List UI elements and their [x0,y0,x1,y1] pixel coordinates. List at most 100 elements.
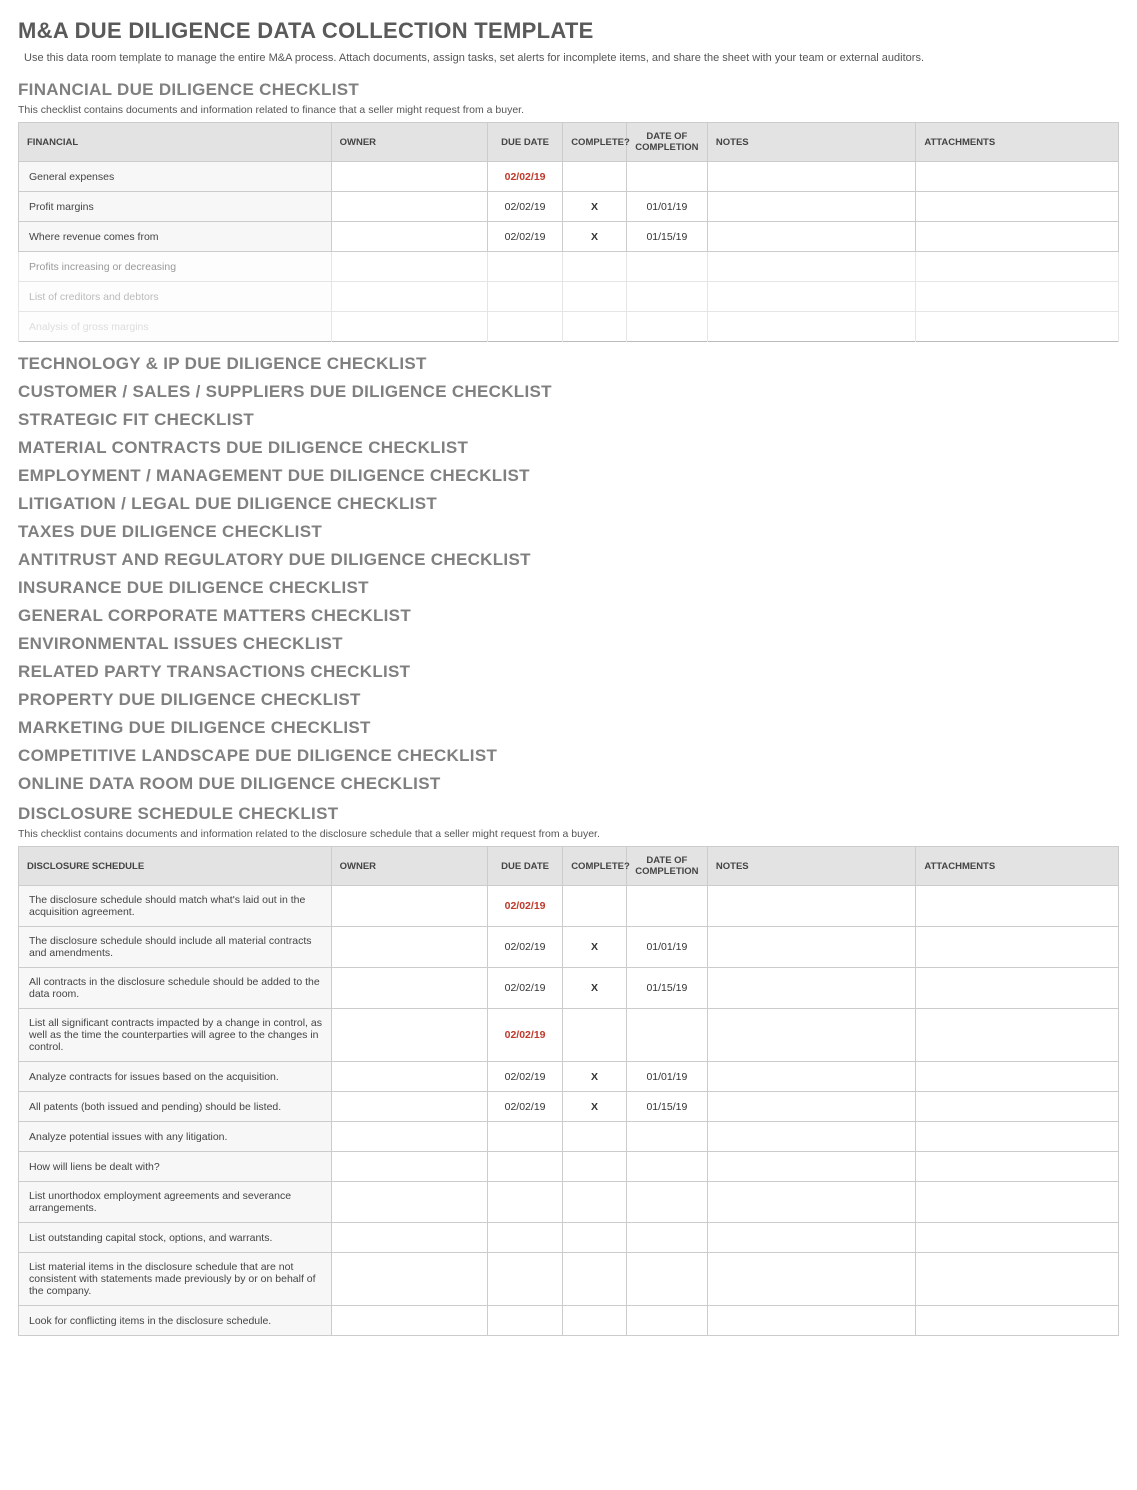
due-date-cell[interactable] [487,1152,562,1182]
owner-cell[interactable] [331,1306,487,1336]
owner-cell[interactable] [331,1092,487,1122]
date-completion-cell[interactable] [626,1223,707,1253]
item-cell[interactable]: List material items in the disclosure sc… [19,1253,332,1306]
complete-cell[interactable] [563,1152,627,1182]
date-completion-cell[interactable] [626,1122,707,1152]
attachments-cell[interactable] [916,1122,1119,1152]
complete-cell[interactable]: X [563,222,627,252]
complete-cell[interactable] [563,1253,627,1306]
attachments-cell[interactable] [916,1062,1119,1092]
attachments-cell[interactable] [916,1182,1119,1223]
owner-cell[interactable] [331,312,487,342]
attachments-cell[interactable] [916,886,1119,927]
attachments-cell[interactable] [916,1092,1119,1122]
complete-cell[interactable] [563,1306,627,1336]
due-date-cell[interactable]: 02/02/19 [487,1092,562,1122]
date-completion-cell[interactable] [626,1306,707,1336]
item-cell[interactable]: The disclosure schedule should include a… [19,927,332,968]
due-date-cell[interactable] [487,252,562,282]
notes-cell[interactable] [707,1092,915,1122]
owner-cell[interactable] [331,282,487,312]
due-date-cell[interactable] [487,1122,562,1152]
owner-cell[interactable] [331,886,487,927]
notes-cell[interactable] [707,252,915,282]
owner-cell[interactable] [331,1122,487,1152]
owner-cell[interactable] [331,1253,487,1306]
item-cell[interactable]: Analysis of gross margins [19,312,332,342]
item-cell[interactable]: All contracts in the disclosure schedule… [19,968,332,1009]
notes-cell[interactable] [707,927,915,968]
notes-cell[interactable] [707,192,915,222]
attachments-cell[interactable] [916,1152,1119,1182]
notes-cell[interactable] [707,1223,915,1253]
due-date-cell[interactable]: 02/02/19 [487,222,562,252]
complete-cell[interactable]: X [563,1092,627,1122]
due-date-cell[interactable] [487,1182,562,1223]
complete-cell[interactable] [563,1122,627,1152]
item-cell[interactable]: Analyze contracts for issues based on th… [19,1062,332,1092]
item-cell[interactable]: General expenses [19,162,332,192]
date-completion-cell[interactable] [626,282,707,312]
item-cell[interactable]: How will liens be dealt with? [19,1152,332,1182]
complete-cell[interactable]: X [563,1062,627,1092]
item-cell[interactable]: List of creditors and debtors [19,282,332,312]
date-completion-cell[interactable] [626,1253,707,1306]
due-date-cell[interactable]: 02/02/19 [487,886,562,927]
notes-cell[interactable] [707,1253,915,1306]
complete-cell[interactable]: X [563,192,627,222]
complete-cell[interactable] [563,1182,627,1223]
notes-cell[interactable] [707,968,915,1009]
complete-cell[interactable] [563,886,627,927]
date-completion-cell[interactable] [626,1009,707,1062]
attachments-cell[interactable] [916,1223,1119,1253]
date-completion-cell[interactable]: 01/15/19 [626,1092,707,1122]
date-completion-cell[interactable] [626,312,707,342]
due-date-cell[interactable]: 02/02/19 [487,192,562,222]
due-date-cell[interactable] [487,1223,562,1253]
attachments-cell[interactable] [916,927,1119,968]
complete-cell[interactable] [563,312,627,342]
due-date-cell[interactable]: 02/02/19 [487,968,562,1009]
due-date-cell[interactable] [487,282,562,312]
complete-cell[interactable]: X [563,968,627,1009]
notes-cell[interactable] [707,282,915,312]
date-completion-cell[interactable] [626,886,707,927]
due-date-cell[interactable]: 02/02/19 [487,1062,562,1092]
owner-cell[interactable] [331,1062,487,1092]
item-cell[interactable]: The disclosure schedule should match wha… [19,886,332,927]
owner-cell[interactable] [331,192,487,222]
owner-cell[interactable] [331,252,487,282]
date-completion-cell[interactable]: 01/15/19 [626,968,707,1009]
notes-cell[interactable] [707,1122,915,1152]
due-date-cell[interactable] [487,1253,562,1306]
owner-cell[interactable] [331,1182,487,1223]
attachments-cell[interactable] [916,282,1119,312]
date-completion-cell[interactable] [626,252,707,282]
due-date-cell[interactable] [487,312,562,342]
attachments-cell[interactable] [916,252,1119,282]
owner-cell[interactable] [331,1223,487,1253]
attachments-cell[interactable] [916,1253,1119,1306]
date-completion-cell[interactable]: 01/15/19 [626,222,707,252]
item-cell[interactable]: List unorthodox employment agreements an… [19,1182,332,1223]
complete-cell[interactable] [563,1009,627,1062]
notes-cell[interactable] [707,162,915,192]
item-cell[interactable]: Analyze potential issues with any litiga… [19,1122,332,1152]
date-completion-cell[interactable]: 01/01/19 [626,192,707,222]
complete-cell[interactable] [563,282,627,312]
due-date-cell[interactable]: 02/02/19 [487,1009,562,1062]
date-completion-cell[interactable] [626,1152,707,1182]
date-completion-cell[interactable] [626,1182,707,1223]
attachments-cell[interactable] [916,222,1119,252]
attachments-cell[interactable] [916,162,1119,192]
owner-cell[interactable] [331,1009,487,1062]
item-cell[interactable]: Where revenue comes from [19,222,332,252]
item-cell[interactable]: Profits increasing or decreasing [19,252,332,282]
notes-cell[interactable] [707,1062,915,1092]
owner-cell[interactable] [331,162,487,192]
item-cell[interactable]: List all significant contracts impacted … [19,1009,332,1062]
date-completion-cell[interactable] [626,162,707,192]
date-completion-cell[interactable]: 01/01/19 [626,927,707,968]
notes-cell[interactable] [707,1152,915,1182]
complete-cell[interactable] [563,162,627,192]
